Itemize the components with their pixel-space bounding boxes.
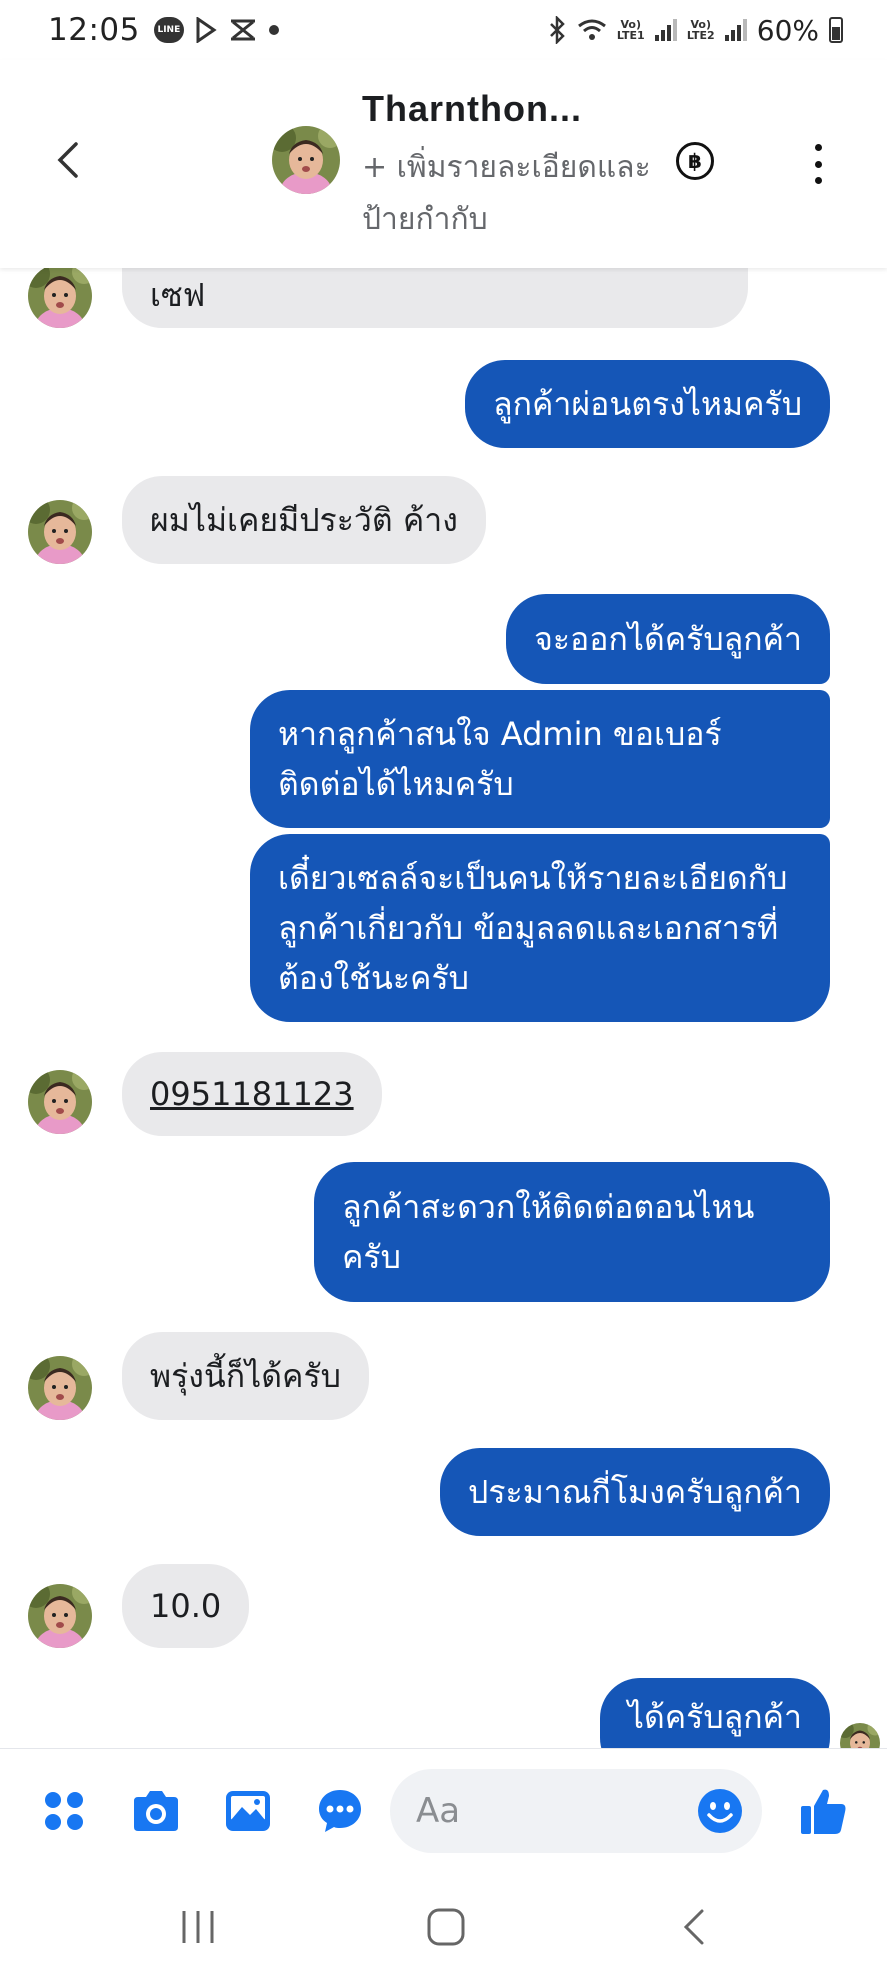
recent-apps-icon [182, 1911, 214, 1943]
home-icon [427, 1908, 465, 1946]
camera-button[interactable] [130, 1785, 182, 1837]
incoming-message[interactable]: 0951181123 [122, 1052, 382, 1136]
sim1-signal-icon [654, 19, 677, 41]
sender-avatar[interactable] [28, 268, 92, 328]
outgoing-message[interactable]: จะออกได้ครับลูกค้า [506, 594, 830, 684]
notification-icons: LINE [153, 17, 280, 43]
incoming-message[interactable]: เซฟ [122, 268, 748, 328]
more-dot [814, 177, 822, 184]
chat-header: Tharnthon... + เพิ่มรายละเอียดและป้ายกำก… [0, 60, 887, 268]
dot-icon [268, 25, 279, 35]
menu-button[interactable] [38, 1785, 90, 1837]
sender-avatar[interactable] [28, 1356, 92, 1420]
play-store-icon [196, 17, 217, 43]
image-icon [226, 1791, 270, 1831]
phone-number-link[interactable]: 0951181123 [150, 1075, 354, 1113]
incoming-message[interactable]: 10.0 [122, 1564, 250, 1648]
sender-avatar[interactable] [28, 500, 92, 564]
outgoing-message[interactable]: ลูกค้าสะดวกให้ติดต่อตอนไหนครับ [314, 1162, 830, 1302]
chat-options-button[interactable] [314, 1785, 366, 1837]
add-details-link[interactable]: + เพิ่มรายละเอียดและป้ายกำกับ [362, 142, 652, 246]
contact-avatar[interactable] [272, 126, 340, 194]
smiley-icon [698, 1789, 742, 1833]
sender-avatar[interactable] [28, 1070, 92, 1134]
camera-icon [134, 1791, 178, 1831]
capcut-icon [230, 19, 255, 41]
wifi-icon [577, 19, 606, 40]
chat-bubble-icon [319, 1790, 361, 1832]
sim2-label: Vo) LTE2 [686, 18, 715, 42]
seen-receipt-avatar [840, 1723, 880, 1748]
sim1-label: Vo) LTE1 [616, 18, 645, 42]
status-bar: 12:05 LINE Vo) LTE1 Vo) LTE2 60% [0, 0, 887, 60]
back-arrow-icon [683, 1909, 704, 1945]
more-dot [814, 160, 822, 168]
more-dot [814, 144, 822, 151]
incoming-message[interactable]: ผมไม่เคยมีประวัติ ค้าง [122, 476, 486, 564]
message-thread[interactable]: เซฟ ลูกค้าผ่อนตรงไหมครับ ผมไม่เคยมีประวั… [0, 268, 887, 1748]
baht-coin-button[interactable]: ฿ [676, 142, 714, 180]
message-input[interactable] [416, 1787, 676, 1835]
system-nav-bar [0, 1872, 887, 1980]
thumbs-up-icon [801, 1789, 846, 1834]
like-button[interactable] [798, 1785, 850, 1837]
system-back-button[interactable] [664, 1902, 724, 1952]
sim2-signal-icon [724, 19, 747, 41]
back-button[interactable] [48, 138, 88, 182]
more-options-button[interactable] [806, 144, 830, 184]
incoming-message[interactable]: พรุ่งนี้ก็ได้ครับ [122, 1332, 369, 1420]
home-button[interactable] [416, 1902, 476, 1952]
message-composer [0, 1748, 887, 1872]
contact-name[interactable]: Tharnthon... [362, 88, 582, 130]
sender-avatar[interactable] [28, 1584, 92, 1648]
outgoing-message[interactable]: หากลูกค้าสนใจ Admin ขอเบอร์ติดต่อได้ไหมค… [250, 690, 830, 828]
battery-percent: 60% [756, 13, 819, 47]
grid-dots-icon [45, 1792, 83, 1830]
outgoing-message[interactable]: ประมาณกี่โมงครับลูกค้า [440, 1448, 830, 1536]
status-time: 12:05 [48, 12, 140, 48]
system-icons: Vo) LTE1 Vo) LTE2 60% [547, 14, 843, 47]
recent-apps-button[interactable] [168, 1902, 228, 1952]
message-input-container[interactable] [390, 1769, 762, 1853]
gallery-button[interactable] [222, 1785, 274, 1837]
outgoing-message[interactable]: เดี๋ยวเซลล์จะเป็นคนให้รายละเอียดกับลูกค้… [250, 834, 830, 1022]
chevron-left-icon [57, 142, 78, 178]
line-app-icon: LINE [153, 17, 184, 43]
emoji-button[interactable] [696, 1787, 744, 1835]
outgoing-message[interactable]: ได้ครับลูกค้า [599, 1678, 830, 1748]
battery-icon [829, 17, 843, 43]
bluetooth-icon [549, 16, 565, 44]
outgoing-message[interactable]: ลูกค้าผ่อนตรงไหมครับ [465, 360, 830, 448]
